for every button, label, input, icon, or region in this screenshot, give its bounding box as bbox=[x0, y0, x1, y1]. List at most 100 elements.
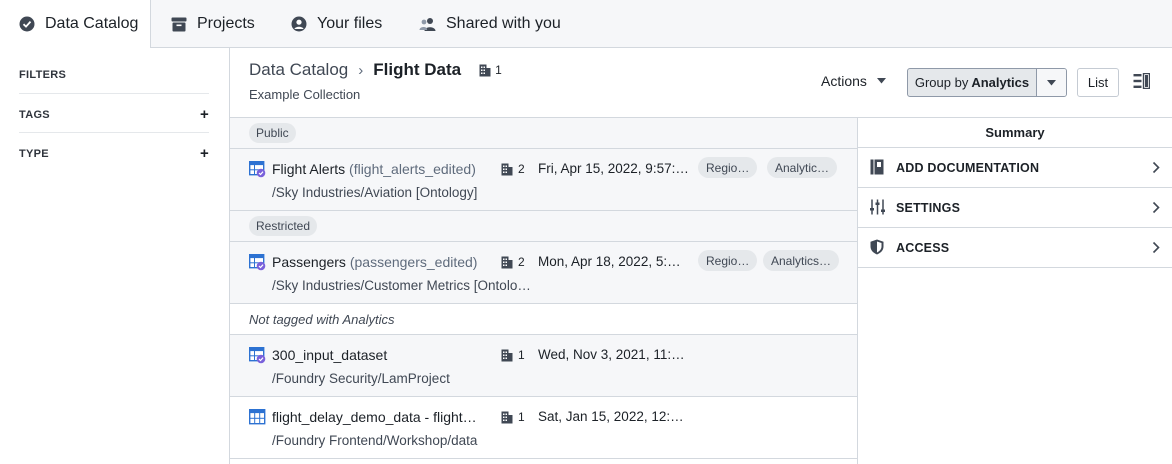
type-filter[interactable]: TYPE + bbox=[19, 145, 209, 162]
dataset-alias: (passengers_edited) bbox=[349, 254, 478, 270]
dataset-ontology-icon bbox=[248, 346, 266, 369]
building-icon bbox=[501, 163, 513, 175]
project-count: 1 bbox=[501, 410, 525, 424]
top-navigation-bar: Data Catalog Projects Your files Shared … bbox=[0, 0, 1172, 48]
dataset-ontology-icon bbox=[248, 253, 266, 276]
project-count: 1 bbox=[501, 348, 525, 362]
tab-projects[interactable]: Projects bbox=[171, 0, 255, 48]
chevron-right-icon bbox=[1152, 161, 1160, 179]
group-label: Not tagged with Analytics bbox=[249, 311, 395, 327]
dataset-alias: (flight_alerts_edited) bbox=[349, 161, 476, 177]
dataset-path: /Sky Industries/Customer Metrics [Ontolo… bbox=[272, 278, 531, 293]
modified-date: Sat, Jan 15, 2022, 12:… bbox=[538, 409, 684, 424]
summary-panel: Summary ADD DOCUMENTATION SETTINGS ACCES… bbox=[858, 117, 1172, 464]
dataset-title: Flight Alerts bbox=[272, 161, 346, 177]
modified-date: Fri, Apr 15, 2022, 9:57:… bbox=[538, 161, 689, 176]
summary-item-label: SETTINGS bbox=[896, 200, 961, 215]
table-row[interactable]: Passengers (passengers_edited) /Sky Indu… bbox=[230, 242, 857, 304]
dataset-title: Passengers bbox=[272, 254, 346, 270]
table-row[interactable]: Flight Alerts (flight_alerts_edited) /Sk… bbox=[230, 149, 857, 211]
tag-chip[interactable]: Regio… bbox=[698, 157, 758, 178]
dataset-name[interactable]: Flight Alerts (flight_alerts_edited) bbox=[272, 161, 476, 177]
project-count-value: 1 bbox=[518, 410, 525, 424]
filters-label: FILTERS bbox=[19, 69, 67, 81]
project-count: 2 bbox=[501, 162, 525, 176]
chevron-right-icon: › bbox=[358, 61, 364, 79]
dataset-title: 300_input_dataset bbox=[272, 347, 388, 363]
project-count-value: 1 bbox=[518, 348, 525, 362]
tags-filter[interactable]: TAGS + bbox=[19, 106, 209, 123]
panel-layout-icon[interactable] bbox=[1133, 72, 1151, 94]
caret-down-icon bbox=[876, 78, 886, 84]
tags-label: TAGS bbox=[19, 108, 50, 121]
tab-label: Shared with you bbox=[446, 15, 561, 32]
divider bbox=[19, 93, 209, 94]
tab-label: Data Catalog bbox=[45, 15, 139, 32]
caret-down-icon bbox=[1047, 79, 1056, 85]
summary-item-label: ADD DOCUMENTATION bbox=[896, 160, 1040, 175]
building-icon bbox=[479, 64, 491, 76]
group-header-restricted: Restricted bbox=[230, 211, 857, 242]
tab-data-catalog[interactable]: Data Catalog bbox=[0, 0, 151, 48]
group-by-value: Analytics bbox=[971, 75, 1030, 90]
filters-sidebar: FILTERS TAGS + TYPE + bbox=[0, 48, 230, 464]
page-title: Flight Data bbox=[373, 60, 462, 79]
dataset-name[interactable]: flight_delay_demo_data - flight… bbox=[272, 409, 477, 425]
dataset-title: flight_delay_demo_data - flight… bbox=[272, 409, 477, 425]
project-count: 1 bbox=[479, 63, 502, 77]
project-count: 2 bbox=[501, 255, 525, 269]
access-row[interactable]: ACCESS bbox=[858, 228, 1172, 268]
tab-label: Your files bbox=[317, 15, 383, 32]
table-row[interactable]: flight_delay_demo_data - flight… /Foundr… bbox=[230, 397, 857, 459]
archive-icon bbox=[171, 17, 187, 32]
collection-subtitle: Example Collection bbox=[249, 87, 361, 102]
actions-menu-button[interactable]: Actions bbox=[821, 73, 886, 89]
group-by-button[interactable]: Group by Analytics bbox=[907, 68, 1067, 97]
shield-icon bbox=[870, 239, 884, 260]
chevron-right-icon bbox=[1152, 241, 1160, 259]
project-count-value: 1 bbox=[495, 63, 502, 77]
building-icon bbox=[501, 349, 513, 361]
modified-date: Wed, Nov 3, 2021, 11:… bbox=[538, 347, 685, 362]
dataset-name[interactable]: 300_input_dataset bbox=[272, 347, 387, 363]
add-type-filter-icon[interactable]: + bbox=[200, 145, 209, 162]
group-header-untagged: Not tagged with Analytics bbox=[230, 304, 857, 335]
dataset-list: Public Flight Alerts (flight_alerts_edit… bbox=[230, 117, 858, 464]
add-tag-filter-icon[interactable]: + bbox=[200, 106, 209, 123]
tag-chip[interactable]: Analytics… bbox=[763, 250, 840, 271]
project-count-value: 2 bbox=[518, 162, 525, 176]
dataset-name[interactable]: Passengers (passengers_edited) bbox=[272, 254, 477, 270]
add-documentation-row[interactable]: ADD DOCUMENTATION bbox=[858, 148, 1172, 188]
user-icon bbox=[291, 16, 307, 32]
documentation-icon bbox=[870, 159, 884, 180]
project-count-value: 2 bbox=[518, 255, 525, 269]
tag-chip[interactable]: Analytic… bbox=[767, 157, 838, 178]
settings-row[interactable]: SETTINGS bbox=[858, 188, 1172, 228]
group-by-dropdown[interactable] bbox=[1037, 69, 1066, 96]
dataset-path: /Sky Industries/Aviation [Ontology] bbox=[272, 185, 478, 200]
breadcrumb: Data Catalog › Flight Data 1 bbox=[249, 60, 502, 80]
list-view-button[interactable]: List bbox=[1077, 68, 1119, 97]
tag-chip[interactable]: Regio… bbox=[698, 250, 758, 271]
dataset-ontology-icon bbox=[248, 160, 266, 183]
check-circle-icon bbox=[19, 16, 35, 32]
type-label: TYPE bbox=[19, 147, 49, 160]
filters-heading: FILTERS bbox=[19, 69, 209, 81]
breadcrumb-data-catalog[interactable]: Data Catalog bbox=[249, 60, 348, 80]
summary-item-label: ACCESS bbox=[896, 240, 950, 255]
dataset-path: /Foundry Security/LamProject bbox=[272, 371, 450, 386]
table-row[interactable]: 300_input_dataset /Foundry Security/LamP… bbox=[230, 335, 857, 397]
tab-shared-with-you[interactable]: Shared with you bbox=[419, 0, 561, 48]
group-pill: Public bbox=[249, 123, 296, 143]
building-icon bbox=[501, 256, 513, 268]
actions-label: Actions bbox=[821, 73, 867, 89]
group-by-prefix: Group by bbox=[914, 75, 969, 90]
tab-your-files[interactable]: Your files bbox=[291, 0, 382, 48]
dataset-table-icon bbox=[248, 408, 266, 431]
modified-date: Mon, Apr 18, 2022, 5:… bbox=[538, 254, 681, 269]
group-by-label[interactable]: Group by Analytics bbox=[908, 69, 1037, 96]
dataset-path: /Foundry Frontend/Workshop/data bbox=[272, 433, 478, 448]
people-icon bbox=[419, 17, 436, 32]
group-header-public: Public bbox=[230, 118, 857, 149]
tab-label: Projects bbox=[197, 15, 255, 32]
